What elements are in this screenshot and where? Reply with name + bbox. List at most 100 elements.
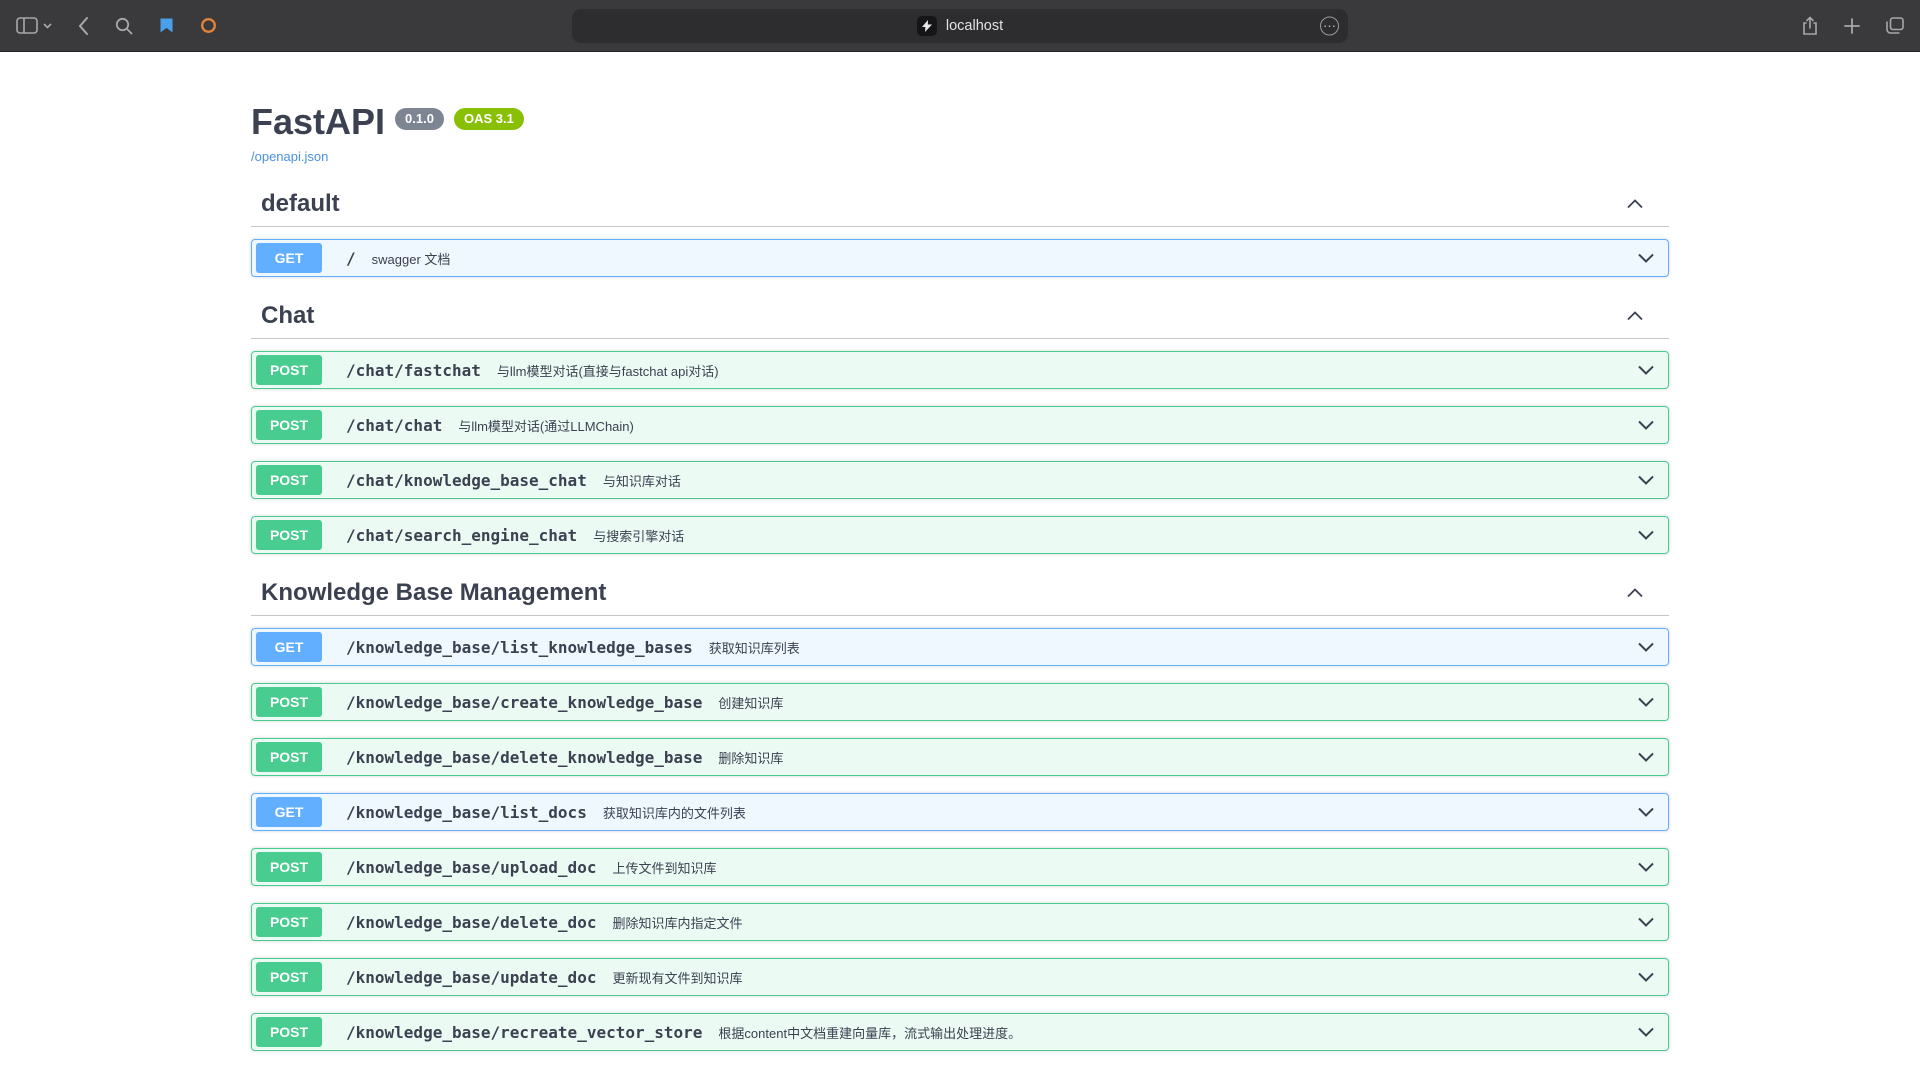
operation-row[interactable]: GET /knowledge_base/list_docs 获取知识库内的文件列… bbox=[251, 793, 1669, 831]
operation-path: /chat/fastchat bbox=[346, 361, 481, 380]
section-title: Knowledge Base Management bbox=[261, 578, 606, 608]
operation-summary: swagger 文档 bbox=[372, 249, 451, 268]
api-section: default GET / swagger 文档 bbox=[251, 182, 1669, 277]
new-tab-button[interactable] bbox=[1844, 18, 1860, 34]
back-button[interactable] bbox=[78, 17, 89, 35]
sidebar-chevron-down-icon[interactable] bbox=[43, 23, 52, 29]
operation-path: /knowledge_base/create_knowledge_base bbox=[346, 693, 702, 712]
operation-summary: 获取知识库内的文件列表 bbox=[603, 803, 746, 822]
collapse-section-icon[interactable] bbox=[1625, 306, 1645, 326]
share-button[interactable] bbox=[1802, 16, 1818, 36]
expand-operation-icon[interactable] bbox=[1636, 248, 1656, 268]
operation-method-badge: GET bbox=[256, 632, 322, 662]
operation-summary: 删除知识库 bbox=[718, 748, 783, 767]
sidebar-toggle-button[interactable] bbox=[16, 17, 38, 34]
operation-method-badge: POST bbox=[256, 410, 322, 440]
operation-row[interactable]: POST /knowledge_base/delete_doc 删除知识库内指定… bbox=[251, 903, 1669, 941]
tab-overview-button[interactable] bbox=[1886, 17, 1904, 34]
operation-summary: 与llm模型对话(直接与fastchat api对话) bbox=[497, 361, 719, 380]
operation-row[interactable]: POST /chat/search_engine_chat 与搜索引擎对话 bbox=[251, 516, 1669, 554]
operation-summary: 与搜索引擎对话 bbox=[593, 526, 684, 545]
operation-path: /chat/search_engine_chat bbox=[346, 526, 577, 545]
operation-summary: 根据content中文档重建向量库，流式输出处理进度。 bbox=[718, 1023, 1021, 1042]
operation-path: / bbox=[346, 249, 356, 268]
collapse-section-icon[interactable] bbox=[1625, 583, 1645, 603]
operation-path: /knowledge_base/delete_knowledge_base bbox=[346, 748, 702, 767]
operation-method-badge: POST bbox=[256, 355, 322, 385]
api-title-text: FastAPI bbox=[251, 100, 385, 144]
operation-summary: 与llm模型对话(通过LLMChain) bbox=[458, 416, 634, 435]
operation-summary: 更新现有文件到知识库 bbox=[612, 968, 742, 987]
operation-row[interactable]: GET / swagger 文档 bbox=[251, 239, 1669, 277]
operation-summary: 创建知识库 bbox=[718, 693, 783, 712]
api-title: FastAPI 0.1.0 OAS 3.1 bbox=[251, 100, 1669, 144]
expand-operation-icon[interactable] bbox=[1636, 525, 1656, 545]
operation-row[interactable]: POST /knowledge_base/update_doc 更新现有文件到知… bbox=[251, 958, 1669, 996]
operation-row[interactable]: POST /knowledge_base/recreate_vector_sto… bbox=[251, 1013, 1669, 1051]
operation-method-badge: POST bbox=[256, 687, 322, 717]
operation-method-badge: GET bbox=[256, 243, 322, 273]
search-icon[interactable] bbox=[115, 17, 133, 35]
orange-circle-extension-icon[interactable] bbox=[200, 17, 217, 34]
expand-operation-icon[interactable] bbox=[1636, 747, 1656, 767]
operation-method-badge: POST bbox=[256, 962, 322, 992]
operation-method-badge: GET bbox=[256, 797, 322, 827]
page-settings-icon[interactable]: ⋯ bbox=[1320, 16, 1339, 35]
operation-path: /chat/knowledge_base_chat bbox=[346, 471, 587, 490]
operation-path: /chat/chat bbox=[346, 416, 442, 435]
expand-operation-icon[interactable] bbox=[1636, 1022, 1656, 1042]
operation-method-badge: POST bbox=[256, 742, 322, 772]
operation-path: /knowledge_base/list_knowledge_bases bbox=[346, 638, 693, 657]
operation-row[interactable]: POST /knowledge_base/delete_knowledge_ba… bbox=[251, 738, 1669, 776]
expand-operation-icon[interactable] bbox=[1636, 692, 1656, 712]
operation-row[interactable]: POST /chat/knowledge_base_chat 与知识库对话 bbox=[251, 461, 1669, 499]
oas-badge: OAS 3.1 bbox=[454, 108, 524, 130]
api-section: Knowledge Base Management GET /knowledge… bbox=[251, 571, 1669, 1051]
section-operations: POST /chat/fastchat 与llm模型对话(直接与fastchat… bbox=[251, 339, 1669, 554]
section-header[interactable]: Chat bbox=[251, 294, 1669, 339]
expand-operation-icon[interactable] bbox=[1636, 415, 1656, 435]
expand-operation-icon[interactable] bbox=[1636, 637, 1656, 657]
section-operations: GET /knowledge_base/list_knowledge_bases… bbox=[251, 616, 1669, 1051]
expand-operation-icon[interactable] bbox=[1636, 857, 1656, 877]
sections: default GET / swagger 文档 Chat POST /chat… bbox=[251, 182, 1669, 1051]
operation-row[interactable]: GET /knowledge_base/list_knowledge_bases… bbox=[251, 628, 1669, 666]
version-badge: 0.1.0 bbox=[395, 108, 444, 130]
api-section: Chat POST /chat/fastchat 与llm模型对话(直接与fas… bbox=[251, 294, 1669, 554]
operation-summary: 获取知识库列表 bbox=[709, 638, 800, 657]
expand-operation-icon[interactable] bbox=[1636, 967, 1656, 987]
expand-operation-icon[interactable] bbox=[1636, 360, 1656, 380]
operation-method-badge: POST bbox=[256, 465, 322, 495]
site-favicon bbox=[917, 16, 937, 36]
operation-method-badge: POST bbox=[256, 520, 322, 550]
operation-summary: 删除知识库内指定文件 bbox=[612, 913, 742, 932]
operation-path: /knowledge_base/upload_doc bbox=[346, 858, 596, 877]
operation-row[interactable]: POST /knowledge_base/upload_doc 上传文件到知识库 bbox=[251, 848, 1669, 886]
operation-row[interactable]: POST /knowledge_base/create_knowledge_ba… bbox=[251, 683, 1669, 721]
expand-operation-icon[interactable] bbox=[1636, 912, 1656, 932]
api-info: FastAPI 0.1.0 OAS 3.1 /openapi.json bbox=[251, 100, 1669, 166]
blue-flag-extension-icon[interactable] bbox=[159, 17, 174, 34]
section-header[interactable]: default bbox=[251, 182, 1669, 227]
section-title: default bbox=[261, 189, 340, 219]
operation-method-badge: POST bbox=[256, 852, 322, 882]
browser-viewport: FastAPI 0.1.0 OAS 3.1 /openapi.json defa… bbox=[0, 52, 1920, 1080]
browser-toolbar: localhost ⋯ bbox=[0, 0, 1920, 52]
operation-method-badge: POST bbox=[256, 1017, 322, 1047]
operation-path: /knowledge_base/recreate_vector_store bbox=[346, 1023, 702, 1042]
collapse-section-icon[interactable] bbox=[1625, 194, 1645, 214]
url-text: localhost bbox=[946, 18, 1003, 34]
operation-method-badge: POST bbox=[256, 907, 322, 937]
operation-row[interactable]: POST /chat/chat 与llm模型对话(通过LLMChain) bbox=[251, 406, 1669, 444]
operation-summary: 与知识库对话 bbox=[603, 471, 681, 490]
section-header[interactable]: Knowledge Base Management bbox=[251, 571, 1669, 616]
operation-path: /knowledge_base/update_doc bbox=[346, 968, 596, 987]
operation-row[interactable]: POST /chat/fastchat 与llm模型对话(直接与fastchat… bbox=[251, 351, 1669, 389]
address-bar[interactable]: localhost ⋯ bbox=[572, 9, 1348, 43]
swagger-ui: FastAPI 0.1.0 OAS 3.1 /openapi.json defa… bbox=[251, 52, 1669, 1051]
expand-operation-icon[interactable] bbox=[1636, 470, 1656, 490]
openapi-spec-link[interactable]: /openapi.json bbox=[251, 149, 328, 164]
section-title: Chat bbox=[261, 301, 314, 331]
expand-operation-icon[interactable] bbox=[1636, 802, 1656, 822]
operation-path: /knowledge_base/delete_doc bbox=[346, 913, 596, 932]
